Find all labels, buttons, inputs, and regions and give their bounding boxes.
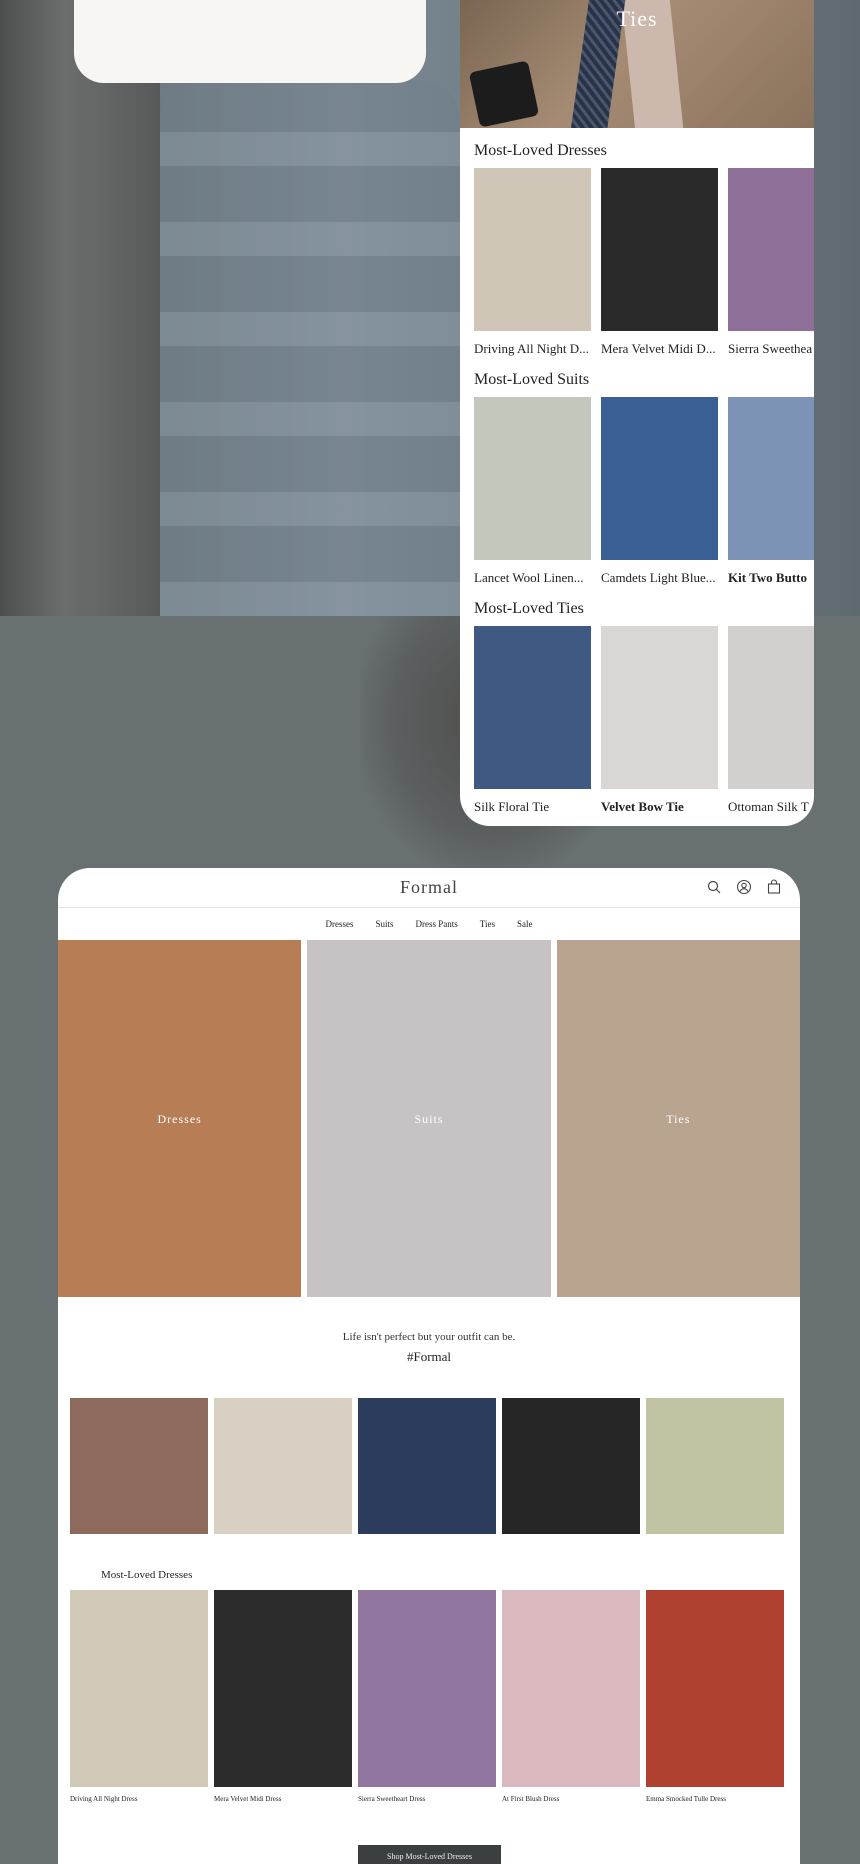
product-name[interactable]: Mera Velvet Midi Dress — [214, 1795, 352, 1803]
mobile-sections: Most-Loved Dresses Driving All Night D...… — [460, 128, 814, 815]
product-image[interactable] — [601, 168, 718, 331]
product-card[interactable]: Sierra Sweetheart Dress — [358, 1590, 496, 1803]
search-icon[interactable] — [706, 879, 722, 895]
mobile-preview: Ties Most-Loved Dresses Driving All Night… — [460, 0, 814, 826]
product-card[interactable]: Sierra Sweethea — [728, 168, 814, 357]
section-title: Most-Loved Ties — [474, 600, 584, 617]
category-tiles: Dresses Suits Ties — [58, 940, 800, 1297]
gallery-photo[interactable] — [214, 1398, 352, 1534]
gallery-photo[interactable] — [70, 1398, 208, 1534]
section-title: Most-Loved Dresses — [474, 142, 607, 159]
hero-label: Ties — [616, 6, 658, 31]
tagline: Life isn't perfect but your outfit can b… — [342, 1331, 516, 1343]
hero-tie-box — [468, 60, 540, 128]
site-logo[interactable]: Formal — [58, 877, 800, 898]
product-card[interactable]: Velvet Bow Tie — [601, 626, 718, 815]
product-name[interactable]: Camdets Light Blue... — [601, 570, 718, 586]
products-title: Most-Loved Dresses — [101, 1569, 193, 1581]
product-image[interactable] — [214, 1590, 352, 1787]
product-card[interactable]: At First Blush Dress — [502, 1590, 640, 1803]
ties-hero[interactable]: Ties — [460, 0, 814, 128]
product-image[interactable] — [474, 397, 591, 560]
header-icons — [706, 879, 782, 895]
category-tile-dresses[interactable]: Dresses — [58, 940, 302, 1297]
category-label: Suits — [414, 1112, 444, 1126]
product-name[interactable]: Silk Floral Tie — [474, 799, 591, 815]
product-card[interactable]: Kit Two Butto — [728, 397, 814, 586]
product-image[interactable] — [728, 168, 814, 331]
category-label: Dresses — [157, 1112, 202, 1126]
product-name[interactable]: Mera Velvet Midi D... — [601, 341, 718, 357]
nav-link-dresses[interactable]: Dresses — [326, 919, 354, 929]
account-icon[interactable] — [736, 879, 752, 895]
product-card[interactable]: Silk Floral Tie — [474, 626, 591, 815]
product-card[interactable]: Mera Velvet Midi D... — [601, 168, 718, 357]
product-image[interactable] — [728, 397, 814, 560]
product-carousel: Lancet Wool Linen... Camdets Light Blue..… — [460, 397, 814, 586]
product-card[interactable]: Camdets Light Blue... — [601, 397, 718, 586]
main-nav: Dresses Suits Dress Pants Ties Sale — [58, 908, 800, 940]
product-image[interactable] — [646, 1590, 784, 1787]
product-image[interactable] — [70, 1590, 208, 1787]
product-image[interactable] — [601, 397, 718, 560]
product-card[interactable]: Driving All Night D... — [474, 168, 591, 357]
nav-link-ties[interactable]: Ties — [480, 919, 495, 929]
product-name[interactable]: Emma Smocked Tulle Dress — [646, 1795, 784, 1803]
gallery-photo[interactable] — [358, 1398, 496, 1534]
product-name[interactable]: Ottoman Silk T — [728, 799, 814, 815]
product-card[interactable]: Lancet Wool Linen... — [474, 397, 591, 586]
product-image[interactable] — [474, 626, 591, 789]
product-image[interactable] — [474, 168, 591, 331]
site-header: Formal — [58, 868, 800, 908]
product-image[interactable] — [728, 626, 814, 789]
nav-link-suits[interactable]: Suits — [376, 919, 394, 929]
bag-icon[interactable] — [766, 879, 782, 895]
shop-dresses-button[interactable]: Shop Most-Loved Dresses — [358, 1845, 501, 1864]
section-title: Most-Loved Suits — [474, 371, 590, 388]
product-carousel: Driving All Night D... Mera Velvet Midi D… — [460, 168, 814, 357]
product-image[interactable] — [601, 626, 718, 789]
product-name[interactable]: Sierra Sweetheart Dress — [358, 1795, 496, 1803]
product-name[interactable]: Velvet Bow Tie — [601, 799, 718, 815]
category-tile-ties[interactable]: Ties — [556, 940, 800, 1297]
social-gallery — [58, 1398, 800, 1534]
category-tile-suits[interactable]: Suits — [307, 940, 551, 1297]
product-name[interactable]: Kit Two Butto — [728, 570, 814, 586]
product-card[interactable]: Driving All Night Dress — [70, 1590, 208, 1803]
product-image[interactable] — [358, 1590, 496, 1787]
product-name[interactable]: Lancet Wool Linen... — [474, 570, 591, 586]
product-name[interactable]: At First Blush Dress — [502, 1795, 640, 1803]
nav-link-dress-pants[interactable]: Dress Pants — [416, 919, 458, 929]
product-row: Driving All Night Dress Mera Velvet Midi … — [58, 1590, 800, 1803]
hashtag: #Formal — [406, 1349, 452, 1364]
gallery-photo[interactable] — [646, 1398, 784, 1534]
top-card — [74, 0, 426, 83]
product-card[interactable]: Mera Velvet Midi Dress — [214, 1590, 352, 1803]
gallery-photo[interactable] — [502, 1398, 640, 1534]
desktop-preview: Formal Dresses Suits Dress Pants Ties Sale D… — [58, 868, 800, 1864]
product-name[interactable]: Driving All Night Dress — [70, 1795, 208, 1803]
product-image[interactable] — [502, 1590, 640, 1787]
product-name[interactable]: Driving All Night D... — [474, 341, 591, 357]
background-dress — [160, 80, 460, 616]
nav-link-sale[interactable]: Sale — [517, 919, 533, 929]
product-card[interactable]: Ottoman Silk T — [728, 626, 814, 815]
product-carousel: Silk Floral Tie Velvet Bow Tie Ottoman Sil… — [460, 626, 814, 815]
product-card[interactable]: Emma Smocked Tulle Dress — [646, 1590, 784, 1803]
category-label: Ties — [666, 1112, 691, 1126]
product-name[interactable]: Sierra Sweethea — [728, 341, 814, 357]
background-curtain — [0, 0, 160, 616]
